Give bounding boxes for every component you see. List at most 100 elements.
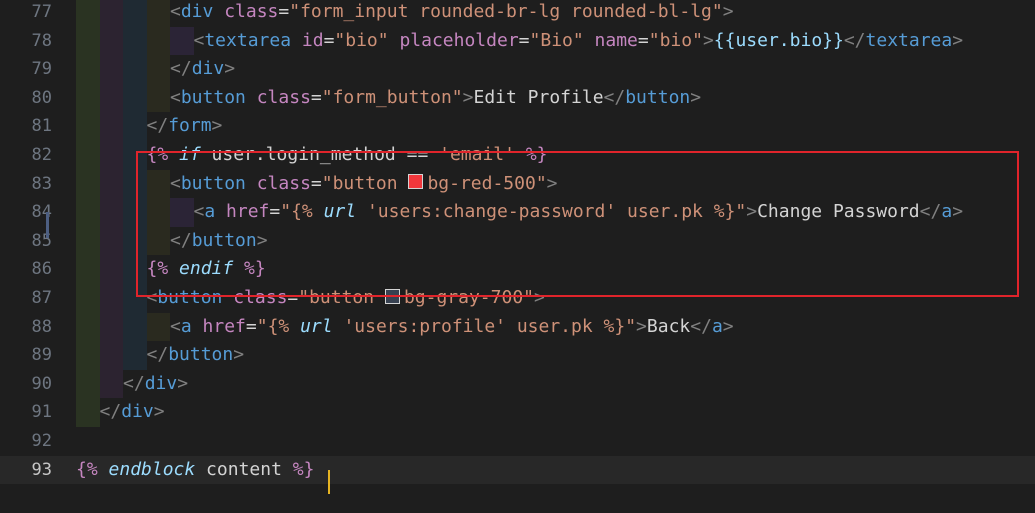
code-editor[interactable]: 77 <div class="form_input rounded-br-lg r… [0,0,1035,513]
code-content: {% if user.login_method == 'email' %} [76,141,548,170]
indent-guide [76,83,100,113]
code-line[interactable]: 88 <a href="{% url 'users:profile' user.p… [0,312,1035,342]
code-content: </div> [76,398,165,427]
indent-guide [76,0,100,27]
code-token: id [301,29,324,51]
line-number: 80 [31,87,52,108]
code-line[interactable]: 78 <textarea id="bio" placeholder="Bio" n… [0,26,1035,56]
color-swatch-icon[interactable] [408,174,424,190]
indent-guide [146,169,170,199]
code-token: div [180,1,214,22]
code-token: </ [170,58,192,80]
code-token: button [191,229,257,251]
code-line[interactable]: 91 </div> [0,398,1035,427]
code-content: {% endif %} [76,255,266,284]
indent-guide [123,312,147,342]
code-token: button [180,172,246,194]
indent-guide [99,226,123,256]
line-number: 77 [31,2,52,22]
code-token: = [287,287,299,308]
code-token: "Bio" [529,29,584,51]
code-token: </ [843,29,866,51]
indent-guide [76,169,100,199]
code-content: {% endblock content %} [76,456,314,485]
code-token: "form_input rounded-br-lg rounded-bl-lg" [289,1,723,22]
code-line[interactable]: 90 </div> [0,369,1035,399]
indent-guide [99,55,123,84]
code-line[interactable]: 87 <button class="button bg-gray-700"> [0,284,1035,313]
indent-guide [123,284,147,313]
indent-guide [76,26,100,56]
code-token: bg-red-500" [427,172,547,194]
code-token: class [256,172,311,194]
line-number: 84 [31,202,52,223]
code-token: {% [146,258,180,280]
code-token: > [534,287,545,308]
line-number: 78 [31,30,52,51]
indent-guide [76,255,100,284]
line-number: 85 [31,230,52,251]
code-token: > [462,86,474,108]
code-token: endif [179,258,234,280]
code-line[interactable]: 84 <a href="{% url 'users:change-password… [0,198,1035,227]
code-line[interactable]: 92 [0,427,1035,456]
code-token: href [226,201,270,223]
code-token: > [546,172,558,194]
code-line[interactable]: 80 <button class="form_button">Edit Profi… [0,83,1035,113]
code-token: </ [919,201,942,223]
code-token: button [157,287,223,308]
code-token: "bio" [334,29,389,51]
code-token: = [310,172,322,194]
code-content: </div> [76,369,188,399]
code-token: = [245,315,257,337]
code-token: class [256,86,311,108]
indent-guide [123,226,147,256]
code-token: </ [123,372,145,394]
line-number: 81 [31,116,52,137]
code-token: a [180,315,192,337]
indent-guide [123,0,147,27]
indent-guide [99,369,123,399]
code-line[interactable]: 86 {% endif %} [0,255,1035,284]
indent-guide [146,312,170,342]
indent-guide [76,398,100,427]
code-token: endblock [108,458,196,480]
code-token: url [300,315,333,337]
color-swatch-icon[interactable] [384,288,400,304]
code-line[interactable]: 82 {% if user.login_method == 'email' %} [0,141,1035,170]
code-content: </form> [76,112,222,141]
code-token: class [233,287,288,308]
code-line[interactable]: 83 <button class="button bg-red-500"> [0,169,1035,199]
code-line[interactable]: 77 <div class="form_input rounded-br-lg r… [0,0,1035,27]
indent-guide [123,169,147,199]
code-content: <button class="button bg-gray-700"> [76,284,545,313]
code-content: <a href="{% url 'users:profile' user.pk … [76,312,734,342]
indent-guide [76,312,100,342]
code-token: content [195,458,293,480]
code-token: > [256,229,268,251]
code-token: name [594,29,638,51]
code-token: </ [603,86,626,108]
code-token: Edit Profile [473,86,604,108]
code-line[interactable]: 85 </button> [0,226,1035,256]
code-line[interactable]: 93 {% endblock content %} [0,455,1035,485]
indent-guide [123,141,147,170]
code-token: > [952,29,964,51]
code-token: = [518,29,530,51]
code-token: = [637,29,649,51]
line-number: 88 [31,316,52,337]
code-line[interactable]: 79 </div> [0,55,1035,84]
code-line[interactable]: 89 </button> [0,341,1035,370]
code-token: class [224,1,279,22]
indent-guide [99,198,123,227]
indent-guide [123,198,147,227]
line-number: 82 [31,145,52,165]
code-token: > [636,315,647,337]
code-token: < [170,1,181,22]
code-content: </button> [76,226,268,256]
code-token: < [170,315,181,337]
code-token: = [310,86,322,108]
code-line[interactable]: 81 </form> [0,112,1035,141]
